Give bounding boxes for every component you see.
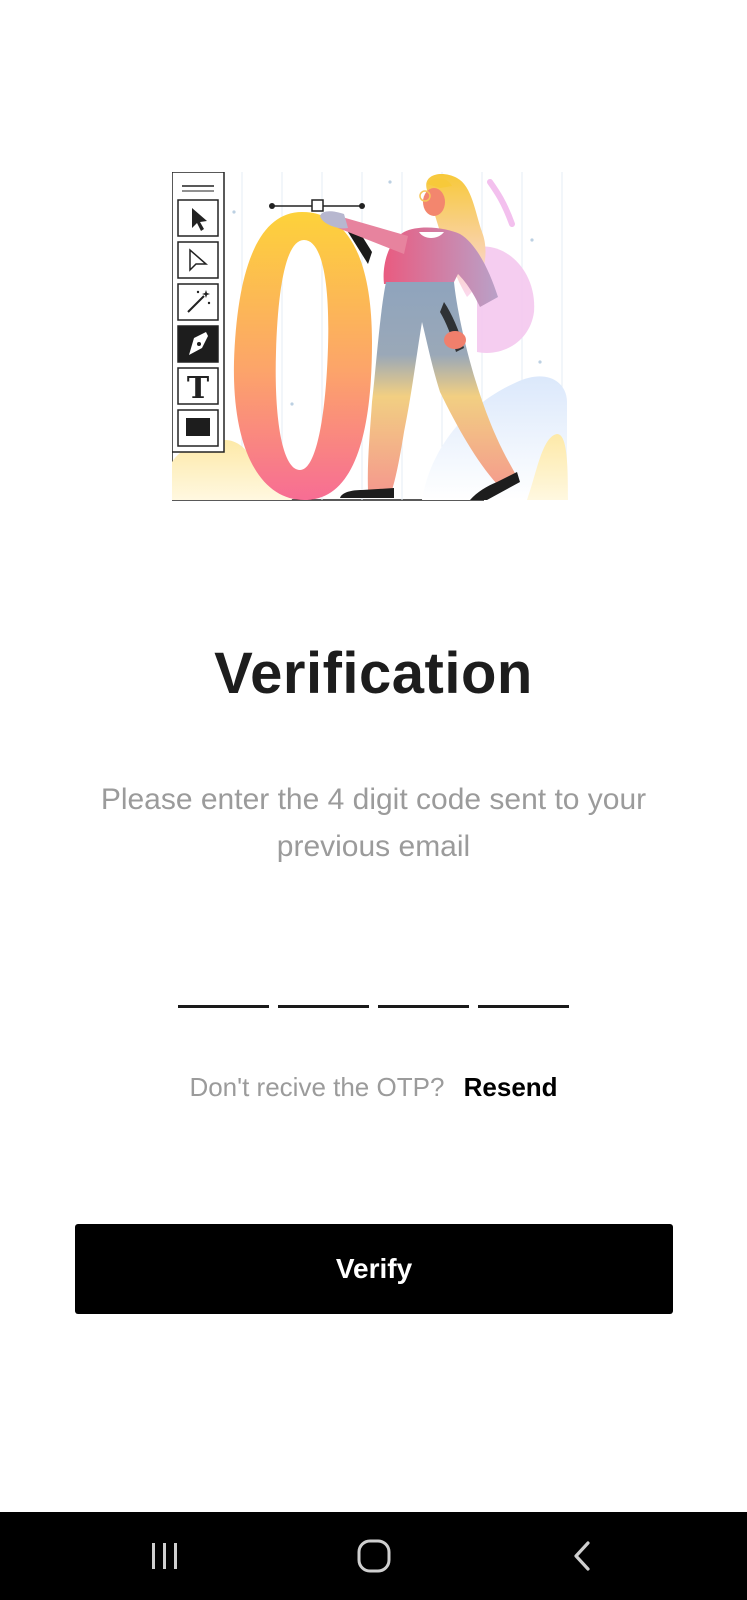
toolbar-rectangle-tool (177, 409, 219, 447)
otp-input-group (178, 940, 570, 1008)
instruction-text: Please enter the 4 digit code sent to yo… (100, 783, 647, 863)
toolbar-text-tool: T (177, 367, 219, 406)
otp-digit-4[interactable] (478, 940, 569, 1008)
back-button[interactable] (523, 1512, 643, 1600)
home-icon (357, 1539, 391, 1573)
toolbar-magic-wand-tool (177, 283, 219, 321)
recent-apps-button[interactable] (105, 1512, 225, 1600)
resend-row: Don't recive the OTP? Resend (0, 1072, 747, 1103)
resend-prompt: Don't recive the OTP? (189, 1072, 445, 1102)
resend-link[interactable]: Resend (464, 1072, 558, 1102)
recent-apps-icon (152, 1543, 177, 1569)
system-navigation-bar (0, 1512, 747, 1600)
home-button[interactable] (314, 1512, 434, 1600)
verification-screen: T Verification Please enter the 4 digit … (0, 0, 747, 1600)
page-title: Verification (214, 641, 533, 706)
otp-digit-1[interactable] (178, 940, 269, 1008)
verify-button[interactable]: Verify (75, 1224, 673, 1314)
toolbar-pen-tool (177, 325, 219, 363)
otp-digit-2[interactable] (278, 940, 369, 1008)
otp-digit-3[interactable] (378, 940, 469, 1008)
toolbar-select-tool (177, 199, 219, 237)
designer-illustration: T (172, 172, 568, 501)
back-icon (574, 1541, 590, 1571)
svg-text:T: T (187, 371, 210, 406)
toolbar-direct-select-tool (177, 241, 219, 279)
